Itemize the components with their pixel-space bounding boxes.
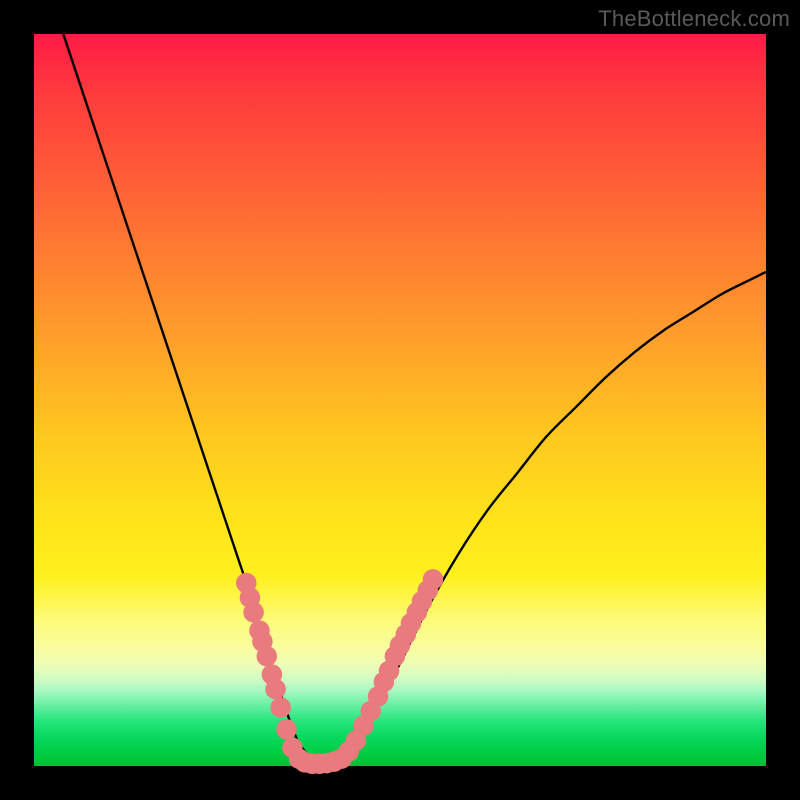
chart-svg [34, 34, 766, 766]
curve-marker [270, 697, 291, 718]
bottleneck-curve [63, 34, 766, 763]
watermark-text: TheBottleneck.com [598, 6, 790, 32]
curve-markers [236, 569, 443, 774]
curve-marker [423, 569, 444, 590]
curve-marker [276, 719, 297, 740]
curve-marker [257, 646, 278, 667]
curve-marker [265, 679, 286, 700]
chart-plot-area [34, 34, 766, 766]
curve-marker [243, 602, 264, 623]
chart-frame: TheBottleneck.com [0, 0, 800, 800]
